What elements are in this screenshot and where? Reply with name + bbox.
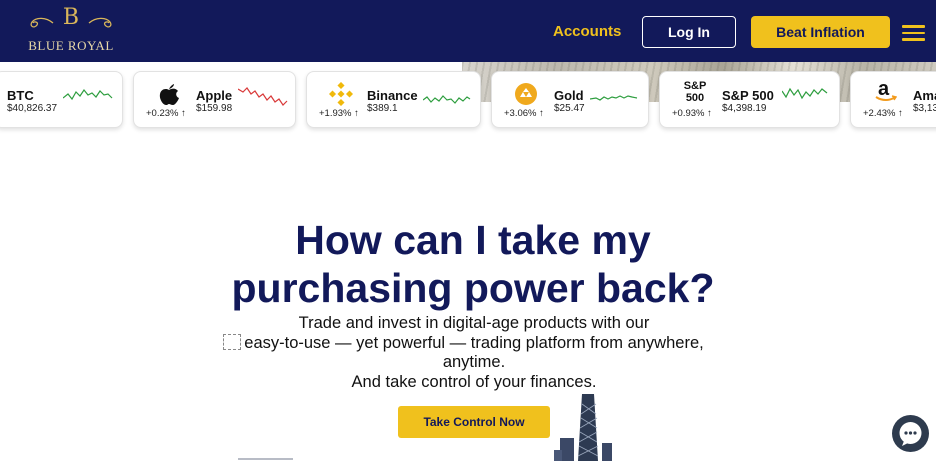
ticker-card-gold[interactable]: Gold $25.47 +3.06% ↑	[491, 71, 649, 128]
ticker-change: +2.43% ↑	[863, 108, 903, 119]
top-navbar: B BLUE ROYAL Accounts Log In Beat Inflat…	[0, 0, 936, 62]
nav-accounts-link[interactable]: Accounts	[553, 23, 621, 40]
ticker-change: +0.93% ↑	[672, 108, 712, 119]
sp500-logo-line1: S&P	[683, 80, 707, 92]
ticker-price: $40,826.37	[7, 103, 58, 114]
ticker-price: $25.47	[554, 103, 585, 114]
login-button[interactable]: Log In	[642, 16, 736, 48]
chat-widget-button[interactable]	[892, 415, 929, 452]
sparkline-chart	[590, 95, 638, 101]
binance-logo-icon	[329, 82, 353, 106]
ticker-name: Apple	[196, 88, 233, 103]
ticker-price: $4,398.19	[722, 103, 767, 114]
ticker-name: Ama	[913, 88, 936, 103]
hero-subtitle-line3: anytime.	[442, 353, 506, 371]
ticker-card-apple[interactable]: Apple $159.98 +0.23% ↑	[133, 71, 296, 128]
sparkline-chart	[63, 88, 113, 101]
ticker-card-binance[interactable]: Binance $389.1 +1.93% ↑	[306, 71, 481, 128]
hero-title-line1: How can I take my	[295, 217, 651, 263]
hamburger-menu-icon[interactable]	[902, 25, 925, 41]
ticker-change: +3.06% ↑	[504, 108, 544, 119]
decorative-line	[238, 458, 293, 460]
gold-coin-icon	[515, 83, 537, 105]
blue-royal-logo[interactable]: B BLUE ROYAL	[22, 6, 120, 58]
ticker-card-sp500[interactable]: S&P 500 S&P 500 $4,398.19 +0.93% ↑	[659, 71, 840, 128]
apple-logo-icon	[159, 84, 179, 105]
ticker-name: BTC	[7, 88, 34, 103]
sparkline-chart	[423, 95, 471, 104]
ticker-price: $159.98	[196, 103, 233, 114]
hero-subtitle-line2: easy-to-use — yet powerful — trading pla…	[244, 333, 704, 352]
ticker-price: $389.1	[367, 103, 398, 114]
beat-inflation-button[interactable]: Beat Inflation	[751, 16, 890, 48]
page: B BLUE ROYAL Accounts Log In Beat Inflat…	[0, 0, 936, 461]
ticker-card-btc[interactable]: BTC $40,826.37	[0, 71, 123, 128]
logo-swirl-left-icon	[30, 17, 54, 28]
ticker-change: +0.23% ↑	[146, 108, 186, 119]
ticker-change: +1.93% ↑	[319, 108, 359, 119]
ticker-name: Binance	[367, 88, 418, 103]
logo-swirl-right-icon	[88, 17, 112, 28]
broken-image-icon	[223, 334, 241, 350]
chat-bubble-icon	[899, 422, 922, 446]
sp500-logo-line2: 500	[685, 92, 705, 104]
ticker-card-amazon[interactable]: a Ama $3,13 +2.43% ↑	[850, 71, 936, 128]
hero-title-line2: purchasing power back?	[231, 265, 715, 311]
take-control-now-button[interactable]: Take Control Now	[398, 406, 550, 438]
hero-subtitle: Trade and invest in digital-age products…	[190, 314, 758, 392]
sp500-logo-icon: S&P 500	[682, 80, 708, 104]
ticker-name: S&P 500	[722, 88, 774, 103]
logo-text: BLUE ROYAL	[28, 38, 114, 53]
hero-subtitle-line1: Trade and invest in digital-age products…	[298, 314, 650, 332]
hero-title: How can I take my purchasing power back?	[168, 216, 778, 312]
sparkline-chart	[238, 87, 288, 106]
ticker-price: $3,13	[913, 103, 936, 114]
sparkline-chart	[782, 87, 828, 100]
amazon-logo-icon: a	[875, 78, 897, 104]
ticker-name: Gold	[554, 88, 584, 103]
skyscraper-illustration	[554, 394, 612, 461]
